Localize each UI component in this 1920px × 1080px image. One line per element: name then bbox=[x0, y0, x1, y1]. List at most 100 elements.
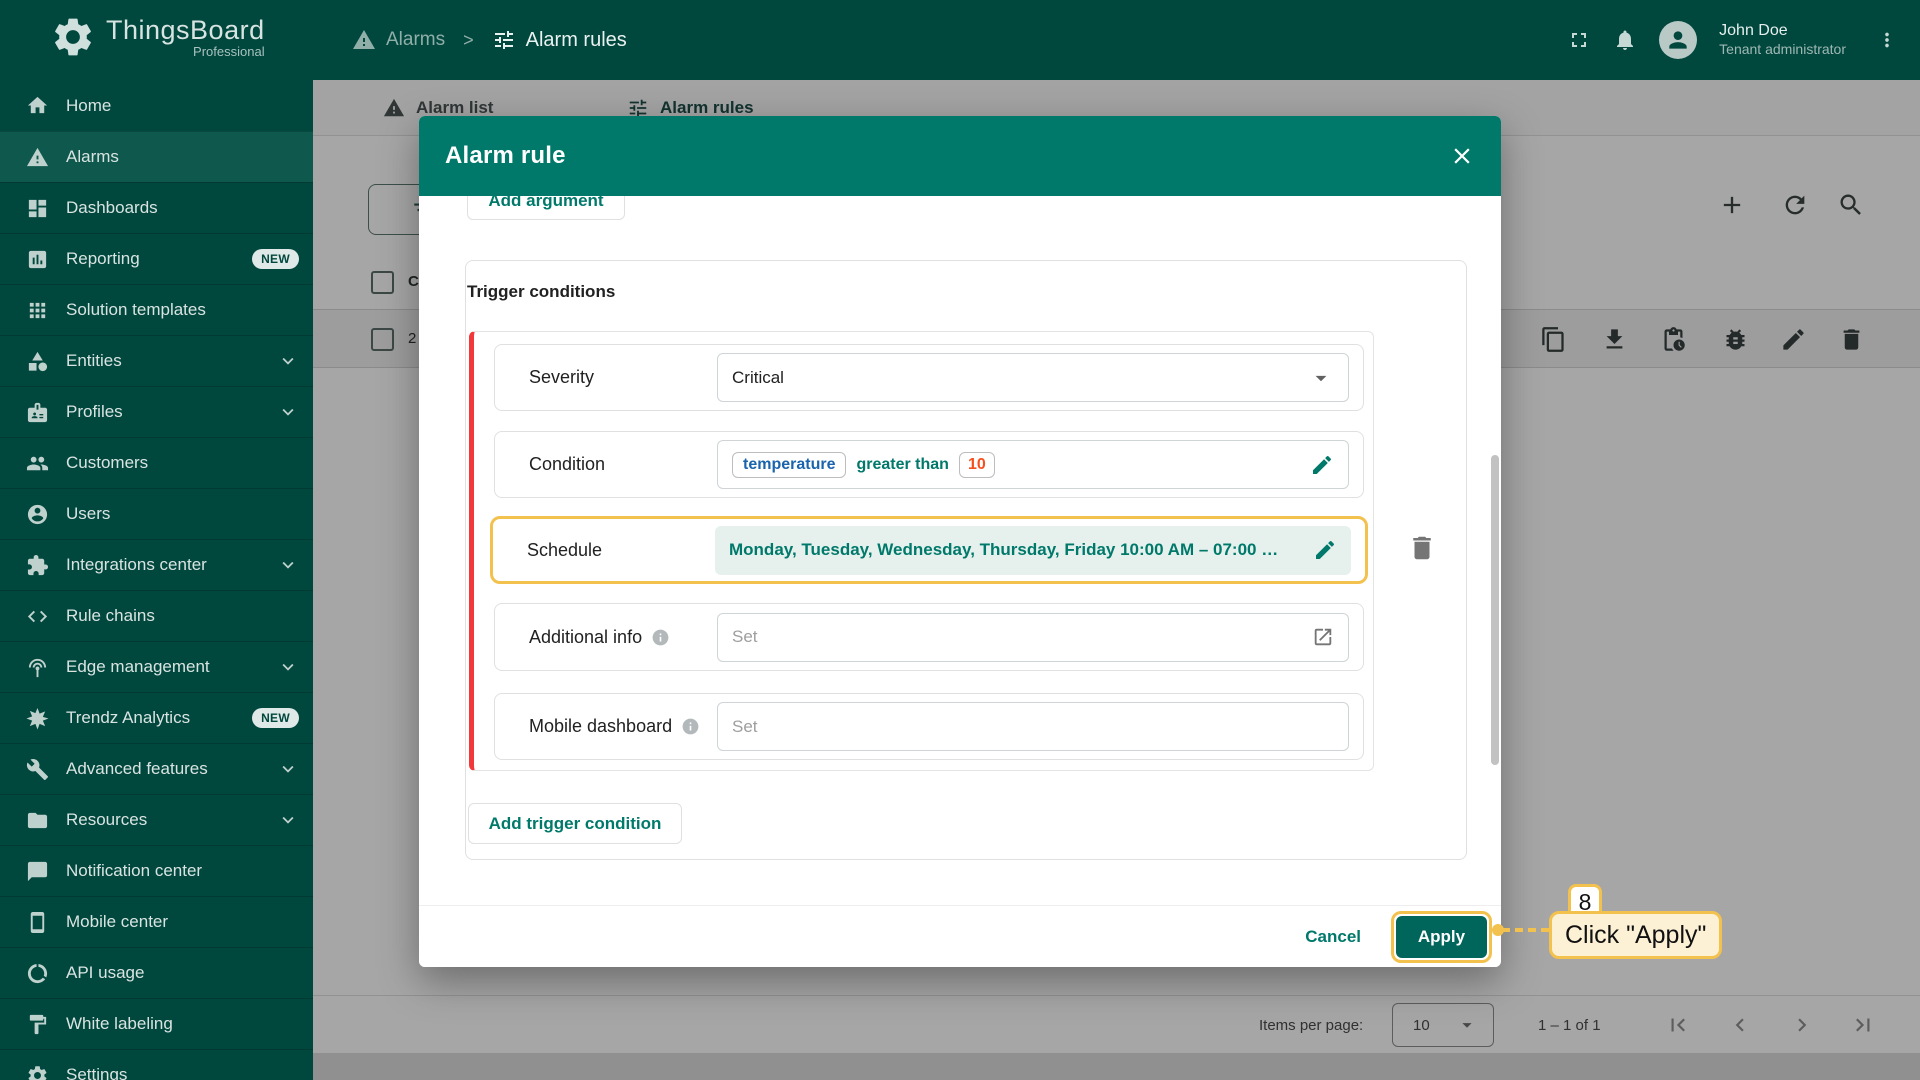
dialog-header: Alarm rule bbox=[419, 116, 1501, 196]
more-menu-icon[interactable] bbox=[1876, 29, 1898, 51]
alarm-rule-dialog: Add argument Alarm rule Trigger conditio… bbox=[419, 116, 1501, 967]
user-name: John Doe bbox=[1719, 22, 1788, 40]
chevron-down-icon bbox=[277, 401, 299, 423]
sidebar-item-solution-templates[interactable]: Solution templates bbox=[0, 284, 313, 335]
sidebar-item-notification-center[interactable]: Notification center bbox=[0, 845, 313, 896]
severity-select[interactable]: Critical bbox=[717, 353, 1349, 402]
logo-subtitle: Professional bbox=[193, 44, 265, 59]
sidebar-item-label: Home bbox=[66, 95, 112, 115]
condition-operator: greater than bbox=[856, 455, 949, 473]
profiles-icon bbox=[26, 401, 49, 424]
additional-info-row: Additional info Set bbox=[494, 603, 1364, 671]
dashboards-icon bbox=[26, 197, 49, 220]
delete-condition-icon[interactable] bbox=[1407, 533, 1437, 563]
resources-icon bbox=[26, 809, 49, 832]
chevron-down-icon bbox=[277, 809, 299, 831]
integrations-icon bbox=[26, 554, 49, 577]
sidebar-item-label: Mobile center bbox=[66, 912, 169, 931]
sidebar-item-label: White labeling bbox=[66, 1014, 173, 1033]
add-trigger-condition-button[interactable]: Add trigger condition bbox=[468, 803, 682, 844]
chevron-down-icon bbox=[277, 656, 299, 678]
apply-button[interactable]: Apply bbox=[1396, 915, 1487, 958]
customers-icon bbox=[26, 452, 49, 475]
users-icon bbox=[26, 503, 49, 526]
sidebar-item-rule-chains[interactable]: Rule chains bbox=[0, 590, 313, 641]
dialog-title: Alarm rule bbox=[445, 142, 566, 169]
close-icon[interactable] bbox=[1449, 143, 1475, 169]
condition-argument-chip: temperature bbox=[732, 451, 847, 478]
info-icon bbox=[651, 628, 670, 647]
edge-icon bbox=[26, 656, 49, 679]
user-role: Tenant administrator bbox=[1719, 41, 1846, 58]
dropdown-arrow-icon bbox=[1308, 365, 1334, 391]
severity-value: Critical bbox=[732, 367, 784, 387]
white-label-icon bbox=[26, 1013, 49, 1036]
rule-chains-icon bbox=[26, 605, 49, 628]
sidebar-item-label: Customers bbox=[66, 453, 149, 472]
avatar[interactable] bbox=[1659, 21, 1698, 59]
person-icon bbox=[1665, 27, 1691, 53]
sidebar-item-trendz-analytics[interactable]: Trendz Analytics NEW bbox=[0, 692, 313, 743]
mobile-dashboard-label: Mobile dashboard bbox=[529, 716, 673, 736]
trigger-condition-card: Severity Critical Condition temperature … bbox=[469, 331, 1374, 771]
additional-info-input[interactable]: Set bbox=[717, 612, 1349, 662]
schedule-value-box[interactable]: Monday, Tuesday, Wednesday, Thursday, Fr… bbox=[715, 525, 1351, 575]
sidebar-item-users[interactable]: Users bbox=[0, 488, 313, 539]
sidebar-item-advanced-features[interactable]: Advanced features bbox=[0, 743, 313, 794]
sidebar-item-integrations-center[interactable]: Integrations center bbox=[0, 539, 313, 590]
sidebar-item-entities[interactable]: Entities bbox=[0, 335, 313, 386]
sidebar-item-alarms[interactable]: Alarms bbox=[0, 131, 313, 182]
schedule-row-highlighted: Schedule Monday, Tuesday, Wednesday, Thu… bbox=[490, 516, 1368, 584]
notifications-bell-icon[interactable] bbox=[1613, 28, 1637, 52]
sidebar-item-label: Settings bbox=[66, 1065, 128, 1080]
chevron-down-icon bbox=[277, 554, 299, 576]
new-badge: NEW bbox=[252, 708, 299, 728]
sidebar-item-home[interactable]: Home bbox=[0, 80, 313, 131]
mobile-dashboard-input[interactable]: Set bbox=[717, 702, 1349, 751]
sidebar-item-profiles[interactable]: Profiles bbox=[0, 386, 313, 437]
sidebar-item-api-usage[interactable]: API usage bbox=[0, 947, 313, 998]
sidebar-item-settings[interactable]: Settings bbox=[0, 1049, 313, 1080]
breadcrumb-alarm-rules: Alarm rules bbox=[525, 28, 627, 51]
apps-icon bbox=[26, 299, 49, 322]
sidebar-item-label: Integrations center bbox=[66, 555, 207, 574]
sidebar-item-customers[interactable]: Customers bbox=[0, 437, 313, 488]
dialog-scrollbar[interactable] bbox=[1491, 455, 1499, 765]
sidebar-item-label: Users bbox=[66, 504, 111, 523]
reporting-icon bbox=[26, 248, 49, 271]
mobile-dashboard-placeholder: Set bbox=[732, 716, 758, 736]
sidebar-item-resources[interactable]: Resources bbox=[0, 794, 313, 845]
api-icon bbox=[26, 962, 49, 985]
sidebar-item-dashboards[interactable]: Dashboards bbox=[0, 182, 313, 233]
sidebar-item-label: Entities bbox=[66, 351, 122, 370]
breadcrumb: Alarms > Alarm rules bbox=[352, 0, 627, 80]
notification-icon bbox=[26, 860, 49, 883]
severity-row: Severity Critical bbox=[494, 344, 1364, 411]
cancel-button[interactable]: Cancel bbox=[1305, 927, 1361, 947]
entities-icon bbox=[26, 350, 49, 373]
sidebar-item-reporting[interactable]: Reporting NEW bbox=[0, 233, 313, 284]
thingsboard-app: ThingsBoard Professional Alarms > Alarm … bbox=[0, 0, 1920, 1080]
condition-value-box[interactable]: temperature greater than 10 bbox=[717, 440, 1349, 489]
sidebar-item-label: Rule chains bbox=[66, 606, 155, 625]
sidebar-item-label: Profiles bbox=[66, 402, 123, 421]
breadcrumb-alarms[interactable]: Alarms bbox=[386, 29, 445, 51]
sidebar-item-label: API usage bbox=[66, 963, 145, 982]
sidebar-item-white-labeling[interactable]: White labeling bbox=[0, 998, 313, 1049]
warning-icon bbox=[26, 146, 49, 169]
thingsboard-logo[interactable]: ThingsBoard Professional bbox=[50, 14, 265, 60]
fullscreen-icon[interactable] bbox=[1567, 28, 1591, 52]
open-in-new-icon[interactable] bbox=[1312, 626, 1334, 648]
sidebar-item-label: Dashboards bbox=[66, 198, 158, 217]
additional-info-placeholder: Set bbox=[732, 627, 758, 646]
sidebar-item-label: Trendz Analytics bbox=[66, 708, 191, 727]
chevron-down-icon bbox=[277, 350, 299, 372]
sidebar-item-edge-management[interactable]: Edge management bbox=[0, 641, 313, 692]
schedule-label: Schedule bbox=[527, 539, 603, 560]
user-info: John Doe Tenant administrator bbox=[1719, 21, 1846, 59]
edit-condition-icon[interactable] bbox=[1310, 453, 1334, 477]
sidebar-item-mobile-center[interactable]: Mobile center bbox=[0, 896, 313, 947]
mobile-icon bbox=[26, 911, 49, 934]
sidebar-item-label: Reporting bbox=[66, 249, 140, 268]
edit-schedule-icon[interactable] bbox=[1313, 538, 1337, 562]
